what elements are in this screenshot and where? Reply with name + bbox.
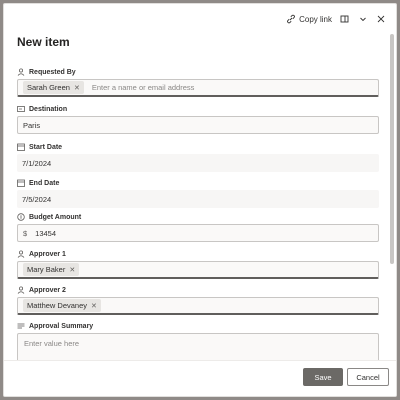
summary-label: Approval Summary [29, 322, 94, 330]
budget-value: 13454 [35, 228, 57, 238]
approver1-label: Approver 1 [29, 250, 66, 258]
approver2-label: Approver 2 [29, 286, 66, 294]
form-title: New item [17, 35, 70, 49]
text-field-icon [17, 105, 25, 113]
approver2-label-row: Approver 2 [17, 286, 66, 294]
new-item-panel: Copy link New item Requested By Sarah Gr… [3, 3, 397, 397]
destination-label-row: Destination [17, 105, 67, 113]
chip-name: Sarah Green [27, 83, 70, 92]
calendar-icon [17, 179, 25, 187]
person-icon [17, 68, 25, 76]
chip-name: Matthew Devaney [27, 301, 88, 310]
requested-by-label-row: Requested By [17, 68, 76, 76]
end-date-input[interactable]: 7/5/2024 [17, 190, 379, 208]
open-panel-icon[interactable] [340, 14, 350, 24]
number-icon [17, 213, 25, 221]
person-chip[interactable]: Matthew Devaney ✕ [23, 299, 101, 312]
person-chip[interactable]: Mary Baker ✕ [23, 263, 80, 276]
remove-chip-icon[interactable]: ✕ [74, 84, 80, 92]
start-date-label: Start Date [29, 143, 63, 151]
approver1-field[interactable]: Mary Baker ✕ [17, 261, 379, 279]
start-date-label-row: Start Date [17, 143, 62, 151]
approver2-field[interactable]: Matthew Devaney ✕ [17, 297, 379, 315]
calendar-icon [17, 143, 25, 151]
cancel-button[interactable]: Cancel [347, 368, 389, 386]
destination-value: Paris [23, 120, 41, 130]
remove-chip-icon[interactable]: ✕ [91, 302, 97, 310]
link-icon [286, 14, 296, 24]
person-icon [17, 286, 25, 294]
chip-name: Mary Baker [27, 265, 66, 274]
requested-by-label: Requested By [29, 68, 76, 76]
end-date-label-row: End Date [17, 179, 59, 187]
copy-link-label: Copy link [299, 14, 332, 24]
people-picker-placeholder: Enter a name or email address [91, 83, 195, 92]
end-date-value: 7/5/2024 [22, 194, 52, 204]
person-chip[interactable]: Sarah Green ✕ [23, 81, 84, 94]
destination-input[interactable]: Paris [17, 116, 379, 134]
scrollbar[interactable] [390, 34, 394, 264]
approver1-label-row: Approver 1 [17, 250, 66, 258]
form-footer: Save Cancel [4, 360, 396, 396]
multiline-text-icon [17, 322, 25, 330]
currency-symbol: $ [23, 228, 28, 238]
budget-input[interactable]: $ 13454 [17, 224, 379, 242]
person-icon [17, 250, 25, 258]
start-date-value: 7/1/2024 [22, 158, 52, 168]
top-toolbar: Copy link [286, 10, 386, 28]
budget-label-row: Budget Amount [17, 213, 81, 221]
save-button[interactable]: Save [303, 368, 343, 386]
remove-chip-icon[interactable]: ✕ [69, 266, 75, 274]
start-date-input[interactable]: 7/1/2024 [17, 154, 379, 172]
chevron-down-icon[interactable] [358, 14, 368, 24]
copy-link-button[interactable]: Copy link [286, 14, 332, 24]
destination-label: Destination [29, 105, 68, 113]
summary-label-row: Approval Summary [17, 322, 93, 330]
budget-label: Budget Amount [29, 213, 82, 221]
requested-by-field[interactable]: Sarah Green ✕ Enter a name or email addr… [17, 79, 379, 97]
end-date-label: End Date [29, 179, 60, 187]
close-icon[interactable] [376, 14, 386, 24]
